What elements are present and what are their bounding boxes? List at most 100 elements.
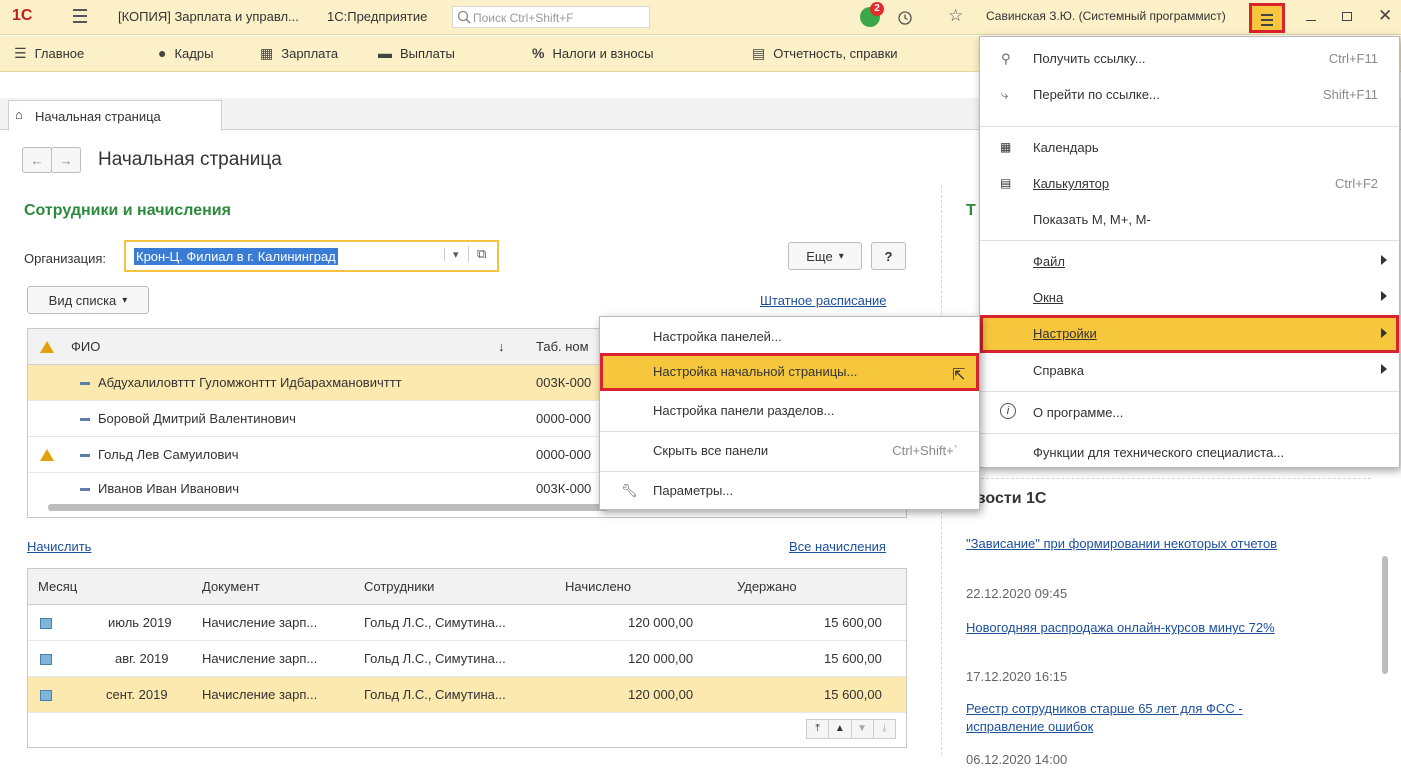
col-fio[interactable]: ФИО: [71, 339, 100, 354]
search-input[interactable]: [473, 9, 643, 26]
help-button[interactable]: ?: [871, 242, 906, 270]
last-row-icon[interactable]: ⤓: [874, 720, 895, 738]
calculator-icon: ▦: [260, 45, 274, 61]
menu-item-parameters[interactable]: 🔧︎ Параметры...: [600, 473, 979, 509]
horizontal-scrollbar[interactable]: [48, 504, 608, 511]
home-icon: ⌂: [15, 107, 23, 122]
col-tab-num[interactable]: Таб. ном: [536, 339, 589, 354]
menu-item-goto-link[interactable]: ⤷ Перейти по ссылке... Shift+F11: [980, 77, 1399, 113]
info-icon: i: [1000, 403, 1016, 419]
maximize-icon[interactable]: [1342, 12, 1352, 21]
submenu-arrow-icon: [1381, 328, 1387, 338]
menu-item-get-link[interactable]: ⚲ Получить ссылку... Ctrl+F11: [980, 41, 1399, 77]
all-accruals-link[interactable]: Все начисления: [789, 539, 886, 554]
section-main[interactable]: ☰ Главное: [14, 45, 84, 62]
dropdown-icon[interactable]: ▾: [444, 248, 459, 261]
accrual-month: авг. 2019: [115, 651, 169, 666]
menu-label: Калькулятор: [1033, 176, 1110, 191]
window-title: [КОПИЯ] Зарплата и управл...: [118, 9, 299, 24]
employee-name: Абдухалиловттт Гуломжонттт Идбарахманови…: [80, 375, 402, 390]
calculator-icon: ▤: [1000, 176, 1012, 190]
col-employees[interactable]: Сотрудники: [364, 579, 434, 594]
history-icon[interactable]: [897, 10, 913, 26]
col-withheld[interactable]: Удержано: [737, 579, 797, 594]
status-dash-icon: [80, 454, 90, 458]
first-row-icon[interactable]: ⤒: [807, 720, 830, 738]
menu-label: Показать М, М+, М-: [1033, 212, 1151, 227]
forward-button[interactable]: →: [51, 147, 81, 173]
news-link[interactable]: Реестр сотрудников старше 65 лет для ФСС…: [966, 701, 1243, 716]
user-name[interactable]: Савинская З.Ю. (Системный программист): [986, 9, 1226, 23]
news-link[interactable]: исправление ошибок: [966, 719, 1093, 734]
section-taxes[interactable]: % Налоги и взносы: [532, 45, 654, 61]
menu-item-calendar[interactable]: ▦ Календарь: [980, 130, 1399, 166]
back-button[interactable]: ←: [22, 147, 52, 173]
more-menu-button[interactable]: [1249, 3, 1285, 33]
app-logo[interactable]: 1С: [12, 7, 32, 25]
down-icon[interactable]: ▼: [852, 720, 874, 738]
tab-home[interactable]: ⌂ Начальная страница: [8, 100, 222, 131]
col-document[interactable]: Документ: [202, 579, 260, 594]
organization-field[interactable]: Крон-Ц. Филиал в г. Калининград ▾ ⧉: [124, 240, 499, 272]
table-row[interactable]: сент. 2019 Начисление зарп... Гольд Л.С.…: [28, 677, 906, 713]
menu-item-show-memory[interactable]: Показать М, М+, М-: [980, 202, 1399, 238]
accrual-month: июль 2019: [108, 615, 172, 630]
open-form-icon[interactable]: ⧉: [468, 246, 486, 262]
menu-item-settings[interactable]: Настройки: [980, 315, 1399, 353]
employees-heading: Сотрудники и начисления: [24, 202, 231, 219]
people-icon: ●: [158, 45, 167, 61]
news-link[interactable]: "Зависание" при формировании некоторых о…: [966, 536, 1277, 551]
section-payments[interactable]: ▬ Выплаты: [378, 45, 455, 61]
close-icon[interactable]: ✕: [1378, 6, 1392, 26]
menu-item-calculator[interactable]: ▤ Калькулятор Ctrl+F2: [980, 166, 1399, 202]
menu-item-tech-functions[interactable]: Функции для технического специалиста...: [980, 435, 1399, 471]
accrual-month: сент. 2019: [106, 687, 168, 702]
employee-name: Боровой Дмитрий Валентинович: [80, 411, 296, 426]
menu-label: Настройка начальной страницы...: [653, 364, 858, 379]
section-salary[interactable]: ▦ Зарплата: [260, 45, 338, 62]
up-icon[interactable]: ▲: [829, 720, 852, 738]
menu-item-panel-settings[interactable]: Настройка панелей...: [600, 319, 979, 355]
view-list-button[interactable]: Вид списка ▾: [27, 286, 149, 314]
percent-icon: %: [532, 45, 545, 61]
accrue-link[interactable]: Начислить: [27, 539, 91, 554]
minimize-icon[interactable]: [1306, 20, 1316, 21]
menu-label: Получить ссылку...: [1033, 51, 1146, 66]
menu-label: Перейти по ссылке...: [1033, 87, 1160, 102]
table-row[interactable]: авг. 2019 Начисление зарп... Гольд Л.С.,…: [28, 641, 906, 677]
section-hr[interactable]: ● Кадры: [158, 45, 213, 61]
section-label: Главное: [34, 46, 85, 61]
accrual-document: Начисление зарп...: [202, 687, 318, 702]
menu-item-windows[interactable]: Окна: [980, 280, 1399, 316]
news-date: 06.12.2020 14:00: [966, 752, 1068, 767]
menu-separator: [980, 240, 1399, 241]
search-box[interactable]: [452, 6, 650, 28]
product-name: 1С:Предприятие: [327, 9, 428, 24]
menu-item-about[interactable]: i О программе...: [980, 395, 1399, 431]
news-scrollbar[interactable]: [1382, 556, 1388, 674]
menu-item-file[interactable]: Файл: [980, 244, 1399, 280]
main-menu-icon[interactable]: [73, 9, 87, 23]
menu-item-sections-panel-settings[interactable]: Настройка панели разделов...: [600, 393, 979, 429]
menu-item-home-page-settings[interactable]: Настройка начальной страницы... ⇱: [600, 353, 979, 391]
accrual-amount: 120 000,00: [628, 651, 694, 666]
menu-item-help[interactable]: Справка: [980, 353, 1399, 389]
menu-item-hide-panels[interactable]: Скрыть все панели Ctrl+Shift+`: [600, 433, 979, 469]
section-label: Выплаты: [400, 45, 455, 61]
news-link[interactable]: Новогодняя распродажа онлайн-курсов мину…: [966, 620, 1275, 635]
staff-schedule-link[interactable]: Штатное расписание: [760, 293, 887, 308]
organization-value: Крон-Ц. Филиал в г. Калининград: [134, 248, 338, 265]
employee-name: Иванов Иван Иванович: [80, 481, 239, 496]
more-button[interactable]: Еще ▾: [788, 242, 862, 270]
table-row[interactable]: июль 2019 Начисление зарп... Гольд Л.С.,…: [28, 605, 906, 641]
news-date: 22.12.2020 09:45: [966, 586, 1068, 601]
search-icon: [457, 10, 471, 24]
goto-link-icon: ⤷: [1001, 87, 1009, 102]
employee-tab: 0000-000: [536, 411, 591, 426]
menu-label: Функции для технического специалиста...: [1033, 445, 1285, 460]
favorites-icon[interactable]: ☆: [948, 6, 963, 26]
col-accrued[interactable]: Начислено: [565, 579, 631, 594]
view-list-label: Вид списка: [48, 292, 117, 308]
section-reports[interactable]: ▤ Отчетность, справки: [752, 45, 898, 62]
col-month[interactable]: Месяц: [38, 579, 77, 594]
